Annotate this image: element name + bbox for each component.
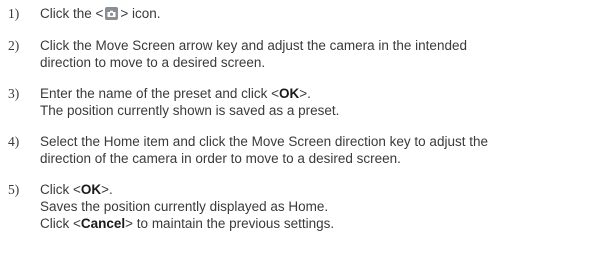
step-text: Click <OK>. Saves the position currently… (40, 181, 608, 232)
step-3: 3) Enter the name of the preset and clic… (8, 85, 608, 119)
step-text-segment: Click < (40, 182, 81, 197)
step-text: Click the < > icon. (40, 5, 608, 22)
cancel-button-label: Cancel (80, 216, 126, 231)
step-number: 2) (8, 38, 20, 53)
step-line: The position currently shown is saved as… (40, 103, 340, 118)
step-text-segment: Click < (40, 216, 81, 231)
step-line: direction of the camera in order to move… (40, 151, 401, 166)
step-line: direction to move to a desired screen. (40, 55, 266, 70)
step-text-segment: > icon. (120, 6, 161, 21)
step-line: Click <Cancel> to maintain the previous … (40, 215, 608, 232)
step-line: Select the Home item and click the Move … (40, 134, 488, 149)
step-2: 2) Click the Move Screen arrow key and a… (8, 37, 608, 71)
step-text: Click the Move Screen arrow key and adju… (40, 37, 608, 71)
ok-button-label: OK (80, 182, 102, 197)
step-number: 1) (8, 6, 20, 21)
step-line: Enter the name of the preset and click <… (40, 85, 608, 102)
step-line: Click the < > icon. (40, 5, 608, 22)
step-text-segment: >. (101, 182, 113, 197)
step-5: 5) Click <OK>. Saves the position curren… (8, 181, 608, 232)
step-text-segment: Click the < (40, 6, 104, 21)
ok-button-label: OK (279, 86, 300, 101)
step-text-segment: > to maintain the previous settings. (125, 216, 335, 231)
step-line: Click the Move Screen arrow key and adju… (40, 38, 467, 53)
camera-settings-icon (105, 7, 119, 20)
step-1: 1) Click the < > icon. (8, 5, 608, 22)
step-number: 3) (8, 86, 20, 101)
step-text: Select the Home item and click the Move … (40, 133, 608, 167)
step-text: Enter the name of the preset and click <… (40, 85, 608, 119)
step-text-segment: Enter the name of the preset and click < (40, 86, 280, 101)
step-line: Saves the position currently displayed a… (40, 199, 329, 214)
step-number: 5) (8, 182, 20, 197)
instruction-steps: 1) Click the < > icon. 2) Click the Move … (8, 5, 608, 232)
step-number: 4) (8, 134, 20, 149)
step-text-segment: >. (299, 86, 311, 101)
step-line: Click <OK>. (40, 181, 608, 198)
step-4: 4) Select the Home item and click the Mo… (8, 133, 608, 167)
